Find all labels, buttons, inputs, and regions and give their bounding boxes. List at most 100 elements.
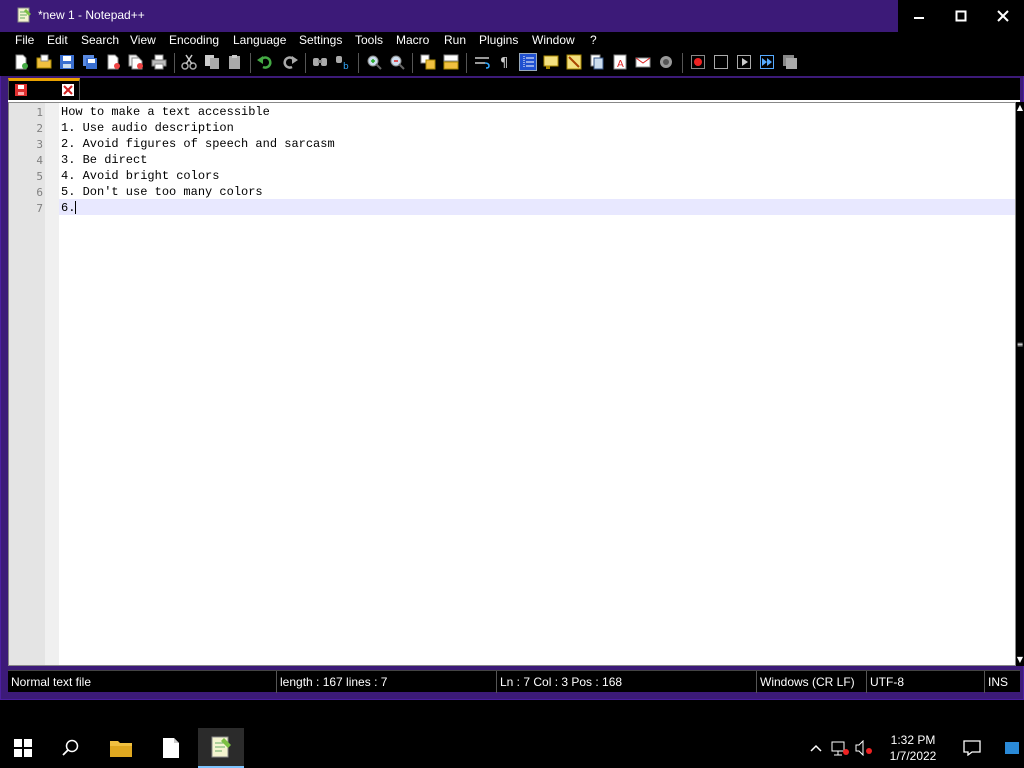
taskbar-file-explorer[interactable]: [98, 728, 144, 768]
copy-icon[interactable]: [204, 54, 220, 70]
minimize-icon: [914, 17, 924, 19]
text-caret: [75, 201, 76, 214]
menu-language[interactable]: Language: [233, 33, 286, 47]
word-wrap-icon[interactable]: [474, 54, 490, 70]
menu-macro[interactable]: Macro: [396, 33, 429, 47]
menu-search[interactable]: Search: [81, 33, 119, 47]
sync-horizontal-icon[interactable]: [443, 54, 459, 70]
text-line: 2. Avoid figures of speech and sarcasm: [61, 137, 335, 151]
menu-window[interactable]: Window: [532, 33, 575, 47]
paste-icon[interactable]: [227, 54, 243, 70]
status-mode[interactable]: INS: [984, 671, 1020, 693]
status-file-type: Normal text file: [11, 675, 92, 689]
vertical-scrollbar[interactable]: ▲ ≡ ▼: [1016, 102, 1024, 666]
menu-bar: File Edit Search View Encoding Language …: [0, 32, 1024, 50]
notepad-icon: [163, 738, 179, 758]
function-list-icon[interactable]: [589, 54, 605, 70]
scroll-thumb[interactable]: ≡: [1016, 340, 1024, 350]
show-hidden-icons-button[interactable]: [804, 728, 828, 768]
minimize-button[interactable]: [898, 0, 940, 32]
svg-text:¶: ¶: [500, 56, 508, 70]
taskbar-notepad[interactable]: [148, 728, 194, 768]
replace-icon[interactable]: b: [335, 54, 351, 70]
desktop: *new 1 - Notepad++ File Edit Search View…: [0, 0, 1024, 768]
text-line: 3. Be direct: [61, 153, 148, 167]
user-language-icon[interactable]: [543, 54, 559, 70]
close-button[interactable]: [982, 0, 1024, 32]
menu-settings[interactable]: Settings: [299, 33, 342, 47]
menu-run[interactable]: Run: [444, 33, 466, 47]
monitoring-icon[interactable]: [635, 54, 651, 70]
title-bar[interactable]: *new 1 - Notepad++: [0, 0, 1024, 32]
macro-save-icon[interactable]: [782, 54, 798, 70]
scroll-up-icon[interactable]: ▲: [1016, 102, 1024, 114]
macro-run-multiple-icon[interactable]: [759, 54, 775, 70]
menu-file[interactable]: File: [15, 33, 34, 47]
maximize-button[interactable]: [940, 0, 982, 32]
chevron-up-icon: [810, 744, 822, 752]
tab-new-1[interactable]: [8, 78, 80, 100]
taskbar-clock[interactable]: 1:32 PM 1/7/2022: [882, 732, 944, 764]
window-controls: [898, 0, 1024, 32]
menu-tools[interactable]: Tools: [355, 33, 383, 47]
line-number-gutter: 1 2 3 4 5 6 7: [9, 103, 45, 665]
text-line: How to make a text accessible: [61, 105, 270, 119]
action-center-button[interactable]: [954, 728, 990, 768]
taskbar-notepadpp[interactable]: [198, 728, 244, 768]
volume-muted-icon: [855, 740, 872, 756]
menu-plugins[interactable]: Plugins: [479, 33, 518, 47]
status-eol[interactable]: Windows (CR LF): [756, 671, 866, 693]
show-desktop-button[interactable]: [1000, 728, 1024, 768]
zoom-in-icon[interactable]: [366, 54, 382, 70]
zoom-out-icon[interactable]: [389, 54, 405, 70]
open-file-icon[interactable]: [36, 54, 52, 70]
menu-encoding[interactable]: Encoding: [169, 33, 219, 47]
show-all-chars-icon[interactable]: ¶: [497, 54, 513, 70]
cut-icon[interactable]: [181, 54, 197, 70]
doc-map-icon[interactable]: [566, 54, 582, 70]
text-area[interactable]: How to make a text accessible 1. Use aud…: [59, 103, 1015, 665]
save-icon[interactable]: [59, 54, 75, 70]
save-icon: [15, 84, 27, 96]
text-line: 6.: [61, 201, 76, 215]
macro-record-icon[interactable]: [690, 54, 706, 70]
macro-play-icon[interactable]: [736, 54, 752, 70]
macro-stop-icon[interactable]: [713, 54, 729, 70]
volume-button[interactable]: [852, 728, 876, 768]
menu-edit[interactable]: Edit: [47, 33, 68, 47]
text-editor[interactable]: 1 2 3 4 5 6 7 How to make a text accessi…: [8, 102, 1016, 666]
system-tray: 1:32 PM 1/7/2022: [804, 728, 1024, 768]
fold-margin[interactable]: [45, 103, 59, 665]
save-all-icon[interactable]: [82, 54, 98, 70]
sync-vertical-icon[interactable]: [420, 54, 436, 70]
menu-help[interactable]: ?: [590, 33, 597, 47]
desktop-icon: [1005, 742, 1019, 754]
line-number: 6: [36, 186, 43, 199]
close-icon[interactable]: [105, 54, 121, 70]
undo-icon[interactable]: [257, 54, 273, 70]
clock-time: 1:32 PM: [890, 733, 936, 747]
spell-icon[interactable]: [658, 54, 674, 70]
status-encoding[interactable]: UTF-8: [866, 671, 984, 693]
taskbar-search-button[interactable]: [48, 728, 94, 768]
close-icon[interactable]: [62, 84, 74, 96]
network-icon: [831, 741, 849, 756]
network-button[interactable]: [828, 728, 852, 768]
new-file-icon[interactable]: [13, 54, 29, 70]
svg-text:A: A: [617, 59, 624, 70]
redo-icon[interactable]: [282, 54, 298, 70]
indent-guide-icon[interactable]: [519, 53, 537, 71]
start-button[interactable]: [0, 728, 46, 768]
find-icon[interactable]: [312, 54, 328, 70]
scroll-down-icon[interactable]: ▼: [1016, 654, 1024, 666]
status-length: length : 167 lines : 7: [276, 671, 496, 693]
file-explorer-icon: [110, 741, 132, 757]
status-position: Ln : 7 Col : 3 Pos : 168: [496, 671, 756, 693]
folder-workspace-icon[interactable]: A: [612, 54, 628, 70]
menu-view[interactable]: View: [130, 33, 156, 47]
notification-icon: [963, 740, 981, 756]
close-all-icon[interactable]: [128, 54, 144, 70]
search-icon: [62, 739, 79, 756]
tab-bar: [8, 78, 1020, 100]
print-icon[interactable]: [151, 54, 167, 70]
